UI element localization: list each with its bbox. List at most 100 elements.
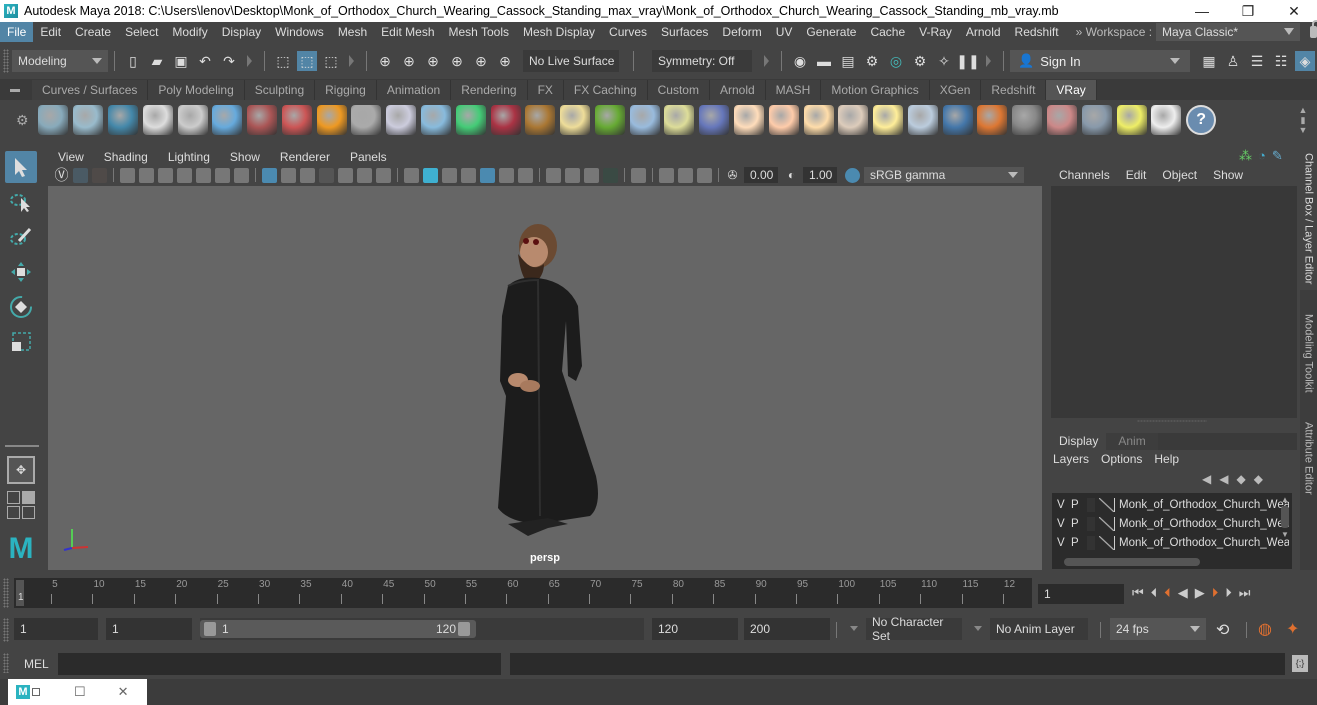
layer-menu-help[interactable]: Help xyxy=(1154,452,1191,466)
safe-action-icon[interactable] xyxy=(357,167,372,183)
lock-icon[interactable] xyxy=(1309,20,1317,38)
manipulator-icon[interactable]: ⁂ xyxy=(1239,148,1252,164)
collapse-arrow-icon[interactable] xyxy=(349,55,354,67)
render-settings-icon[interactable]: ⚙ xyxy=(862,51,882,71)
default-material-icon[interactable] xyxy=(442,167,457,183)
shelf-tab-curves-surfaces[interactable]: Curves / Surfaces xyxy=(32,80,149,100)
channel-box-menu-show[interactable]: Show xyxy=(1205,168,1251,182)
shelf-tab-mash[interactable]: MASH xyxy=(765,80,822,100)
layer-color-icon[interactable] xyxy=(1099,497,1115,512)
loop-icon[interactable]: ⟲ xyxy=(1216,620,1229,640)
color-space-dropdown[interactable]: sRGB gamma xyxy=(864,167,1024,183)
character-set-arrow-icon[interactable] xyxy=(850,626,858,631)
go-to-start-icon[interactable]: ⏮ xyxy=(1132,585,1144,601)
tab-anim[interactable]: Anim xyxy=(1106,433,1158,450)
menu-windows[interactable]: Windows xyxy=(268,22,331,42)
play-backwards-icon[interactable]: ◀ xyxy=(1178,585,1188,601)
animation-end-field[interactable]: 200 xyxy=(744,618,830,640)
edit-icon[interactable]: ✎ xyxy=(1272,148,1283,164)
xray-icon[interactable] xyxy=(659,167,674,183)
new-layer-icon[interactable]: ◆ xyxy=(1236,472,1245,486)
vray-light-icon[interactable] xyxy=(455,105,486,135)
menu-create[interactable]: Create xyxy=(68,22,118,42)
vray-plane-icon[interactable] xyxy=(351,105,382,135)
shelf-tab-motion-graphics[interactable]: Motion Graphics xyxy=(821,80,930,100)
snap-live-icon[interactable]: ⊕ xyxy=(471,51,491,71)
render-view-icon[interactable]: ◉ xyxy=(790,51,810,71)
shelf-tab-redshift[interactable]: Redshift xyxy=(981,80,1047,100)
layer-list-vertical-scrollbar[interactable]: ▲ ▼ xyxy=(1280,495,1290,551)
channel-box-menu-channels[interactable]: Channels xyxy=(1051,168,1118,182)
step-back-frame-icon[interactable]: ⏴ xyxy=(1151,585,1158,601)
layer-reference-toggle[interactable] xyxy=(1087,497,1095,512)
collapse-arrow-icon[interactable] xyxy=(247,55,252,67)
viewport-menu-shading[interactable]: Shading xyxy=(94,150,158,164)
workspace-dropdown[interactable]: Maya Classic* xyxy=(1156,23,1300,41)
panel-splitter[interactable] xyxy=(1137,420,1207,422)
menu-edit-mesh[interactable]: Edit Mesh xyxy=(374,22,441,42)
play-forwards-icon[interactable]: ▶ xyxy=(1195,585,1205,601)
textured-icon[interactable] xyxy=(480,167,495,183)
vray-fur-icon[interactable] xyxy=(594,105,625,135)
minimize-button[interactable]: — xyxy=(1179,0,1225,22)
render-setup-icon[interactable]: ⚙ xyxy=(910,51,930,71)
anti-aliasing-icon[interactable] xyxy=(584,167,599,183)
menu-surfaces[interactable]: Surfaces xyxy=(654,22,715,42)
move-layer-down-icon[interactable]: ◀ xyxy=(1219,472,1228,486)
human-ik-toggle-icon[interactable]: ♙ xyxy=(1223,51,1243,71)
anim-prefs-icon[interactable]: ✦ xyxy=(1286,619,1299,639)
menu-display[interactable]: Display xyxy=(215,22,268,42)
tab-channel-box-layer-editor[interactable]: Channel Box / Layer Editor xyxy=(1300,148,1317,290)
shadows-icon[interactable] xyxy=(518,167,533,183)
step-back-key-icon[interactable]: ⏴ xyxy=(1164,585,1171,601)
vray-cone-icon[interactable] xyxy=(420,105,451,135)
vray-light-lister-icon[interactable] xyxy=(1116,105,1147,135)
shelf-tab-poly-modeling[interactable]: Poly Modeling xyxy=(148,80,245,100)
range-start-handle[interactable] xyxy=(204,622,216,636)
motion-blur-icon[interactable] xyxy=(565,167,580,183)
character-set-field[interactable]: No Character Set xyxy=(866,615,962,643)
vray-ies-light-icon[interactable] xyxy=(838,105,869,135)
viewport-menu-panels[interactable]: Panels xyxy=(340,150,397,164)
layer-name[interactable]: Monk_of_Orthodox_Church_Wear xyxy=(1119,518,1289,530)
grease-pencil-icon[interactable] xyxy=(234,167,249,183)
viewport-menu-show[interactable]: Show xyxy=(220,150,270,164)
gamma-icon[interactable]: ◐ xyxy=(784,168,799,183)
lasso-tool-icon[interactable] xyxy=(5,186,37,218)
vray-file-icon[interactable] xyxy=(177,105,208,135)
vray-spot-light-icon[interactable] xyxy=(768,105,799,135)
close-button[interactable]: ✕ xyxy=(1271,0,1317,22)
paint-select-tool-icon[interactable] xyxy=(5,221,37,253)
select-object-icon[interactable]: ⬚ xyxy=(297,51,317,71)
viewport-menu-renderer[interactable]: Renderer xyxy=(270,150,340,164)
menu-file[interactable]: File xyxy=(0,22,34,42)
render-frame-icon[interactable]: ▬ xyxy=(814,51,834,71)
script-editor-icon[interactable]: {;} xyxy=(1292,655,1308,672)
snap-curve-icon[interactable]: ⊕ xyxy=(399,51,419,71)
vray-export-icon[interactable] xyxy=(38,105,69,135)
layer-menu-options[interactable]: Options xyxy=(1101,452,1154,466)
color-management-icon[interactable] xyxy=(845,167,860,183)
menu-v-ray[interactable]: V-Ray xyxy=(912,22,959,42)
tab-display[interactable]: Display xyxy=(1051,433,1107,450)
resolution-gate-icon[interactable] xyxy=(300,167,315,183)
undo-icon[interactable]: ↶ xyxy=(195,51,215,71)
layer-menu-layers[interactable]: Layers xyxy=(1053,452,1101,466)
vray-mtl-icon[interactable] xyxy=(281,105,312,135)
exposure-field[interactable]: 0.00 xyxy=(744,167,778,183)
tool-settings-toggle-icon[interactable]: ☷ xyxy=(1271,51,1291,71)
snap-grid-icon[interactable]: ⊕ xyxy=(375,51,395,71)
viewport-persp[interactable]: persp xyxy=(48,186,1042,570)
open-scene-icon[interactable]: ▰ xyxy=(147,51,167,71)
layer-reference-toggle[interactable] xyxy=(1087,535,1095,550)
wireframe-icon[interactable] xyxy=(404,167,419,183)
layer-list-horizontal-scrollbar[interactable] xyxy=(1056,557,1286,567)
layer-playback-toggle[interactable]: P xyxy=(1071,518,1083,530)
redo-icon[interactable]: ↷ xyxy=(219,51,239,71)
vray-mesh-sphere-icon[interactable] xyxy=(699,105,730,135)
grip-handle[interactable] xyxy=(3,618,9,642)
vray-sun-icon[interactable] xyxy=(873,105,904,135)
layer-visibility-toggle[interactable]: V xyxy=(1057,499,1069,511)
shelf-tab-xgen[interactable]: XGen xyxy=(929,80,982,100)
use-all-lights-icon[interactable] xyxy=(499,167,514,183)
